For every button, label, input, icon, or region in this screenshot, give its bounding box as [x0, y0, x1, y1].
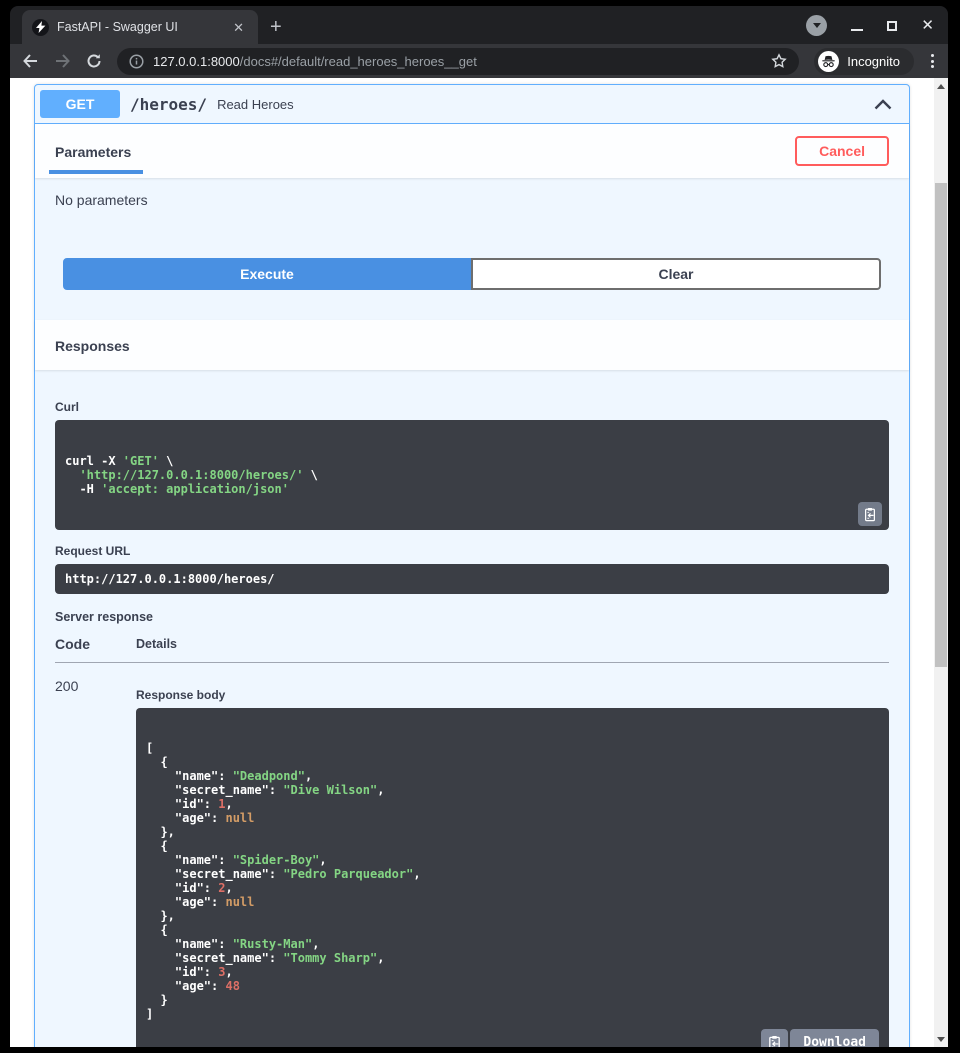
opblock-get-heroes: GET /heroes/ Read Heroes Parameters Canc…	[34, 84, 910, 1047]
minimize-button[interactable]	[851, 29, 863, 31]
endpoint-path: /heroes/	[130, 95, 207, 114]
forward-icon[interactable]	[54, 53, 71, 69]
incognito-badge: Incognito	[814, 48, 914, 75]
tab-parameters[interactable]: Parameters	[55, 142, 131, 160]
request-url-value: http://127.0.0.1:8000/heroes/	[55, 564, 889, 594]
reload-icon[interactable]	[86, 53, 102, 69]
copy-curl-button[interactable]	[858, 502, 882, 526]
download-button[interactable]: Download	[790, 1029, 879, 1047]
endpoint-summary: Read Heroes	[217, 97, 294, 112]
incognito-label: Incognito	[847, 54, 900, 69]
incognito-icon	[818, 51, 839, 72]
back-icon[interactable]	[22, 53, 39, 69]
scroll-up-icon[interactable]	[934, 78, 948, 94]
opblock-summary[interactable]: GET /heroes/ Read Heroes	[35, 85, 909, 124]
url-bar[interactable]: 127.0.0.1:8000/docs#/default/read_heroes…	[117, 48, 799, 75]
maximize-button[interactable]	[887, 21, 897, 31]
curl-command: curl -X 'GET' \ 'http://127.0.0.1:8000/h…	[55, 420, 889, 530]
no-parameters-text: No parameters	[35, 178, 909, 208]
responses-body: Curl curl -X 'GET' \ 'http://127.0.0.1:8…	[35, 370, 909, 1047]
browser-window: FastAPI - Swagger UI ✕ + ✕ 127.0.0.1:800…	[10, 6, 948, 1047]
clear-button[interactable]: Clear	[471, 258, 881, 290]
tab-title: FastAPI - Swagger UI	[57, 20, 221, 34]
execute-row: Execute Clear	[63, 258, 881, 290]
tab-close-icon[interactable]: ✕	[229, 19, 248, 36]
collapse-chevron-icon[interactable]	[862, 98, 904, 110]
execute-button[interactable]: Execute	[63, 258, 471, 290]
responses-title: Responses	[55, 336, 130, 354]
scroll-down-icon[interactable]	[934, 1031, 948, 1047]
site-info-icon[interactable]	[129, 54, 144, 69]
scrollbar-thumb[interactable]	[935, 183, 947, 667]
status-code: 200	[55, 663, 136, 1048]
response-body-json: [ { "name": "Deadpond", "secret_name": "…	[136, 708, 889, 1047]
response-body-label: Response body	[136, 688, 889, 702]
http-method-badge: GET	[40, 90, 120, 118]
browser-toolbar: 127.0.0.1:8000/docs#/default/read_heroes…	[10, 44, 948, 78]
new-tab-button[interactable]: +	[270, 17, 282, 37]
request-url-label: Request URL	[55, 544, 889, 558]
page-scrollbar[interactable]	[934, 78, 948, 1047]
browser-titlebar: FastAPI - Swagger UI ✕ + ✕	[10, 6, 948, 44]
parameters-section-header: Parameters Cancel	[35, 124, 909, 178]
responses-section-header: Responses	[35, 320, 909, 370]
swagger-page: GET /heroes/ Read Heroes Parameters Canc…	[10, 78, 934, 1047]
server-response-label: Server response	[55, 610, 889, 624]
browser-tab[interactable]: FastAPI - Swagger UI ✕	[22, 10, 258, 44]
url-text: 127.0.0.1:8000/docs#/default/read_heroes…	[153, 54, 762, 69]
code-column-header: Code	[55, 636, 136, 663]
curl-label: Curl	[55, 400, 889, 414]
fastapi-favicon-icon	[32, 19, 49, 36]
server-response-table: Code Details 200 Response body [ {	[55, 636, 889, 1047]
bookmark-star-icon[interactable]	[771, 53, 787, 69]
copy-response-button[interactable]	[761, 1029, 788, 1047]
close-button[interactable]: ✕	[921, 18, 934, 33]
cancel-button[interactable]: Cancel	[795, 136, 889, 166]
menu-icon[interactable]	[929, 54, 936, 68]
details-column-header: Details	[136, 636, 889, 663]
response-row-200: 200 Response body [ { "name": "Deadpond"…	[55, 663, 889, 1048]
tab-search-icon[interactable]	[806, 15, 827, 36]
